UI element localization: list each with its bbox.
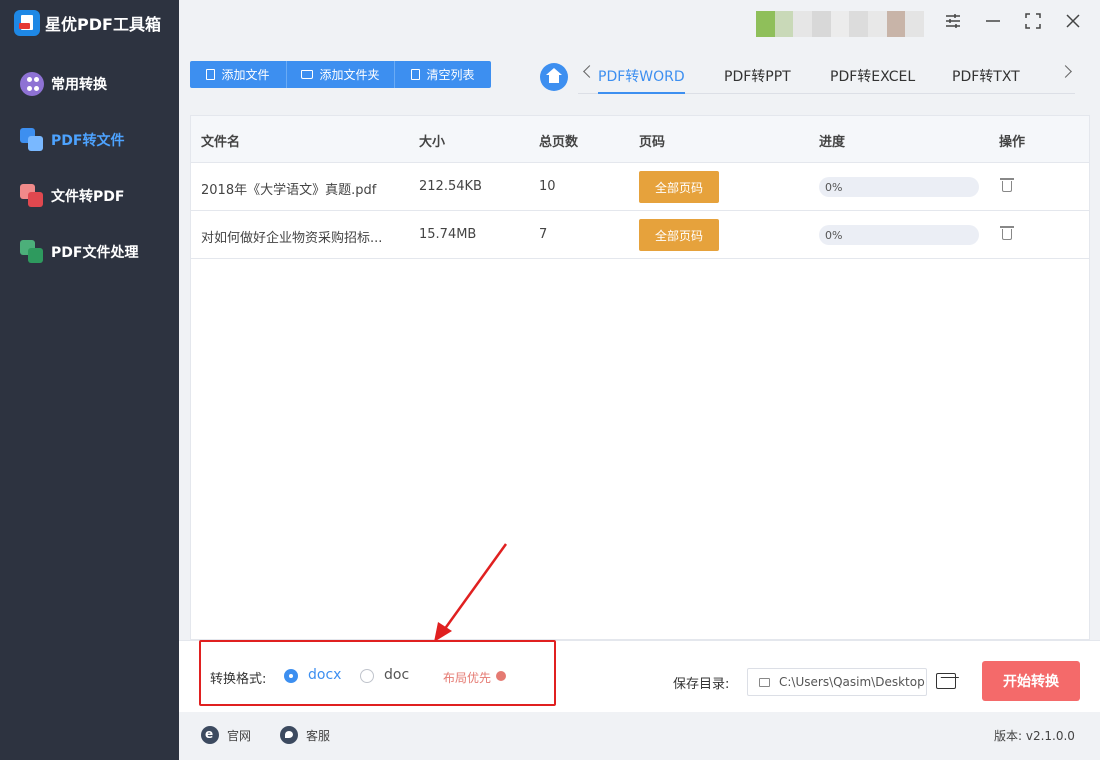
progress-bar: 0% — [819, 225, 979, 245]
website-label: 官网 — [227, 728, 252, 743]
chat-icon — [280, 726, 298, 744]
add-file-button[interactable]: 添加文件 — [190, 61, 287, 88]
folder-icon — [301, 70, 314, 79]
file-table: 文件名 大小 总页数 页码 进度 操作 2018年《大学语文》真题.pdf 21… — [190, 115, 1090, 640]
clear-list-label: 清空列表 — [426, 68, 475, 82]
window-controls — [944, 12, 1082, 30]
sidebar-item-pdf-to-file[interactable]: PDF转文件 — [20, 126, 124, 154]
tab-pdf-to-txt[interactable]: PDF转TXT — [952, 66, 1020, 94]
progress-text: 0% — [825, 229, 843, 242]
sidebar-item-label: 常用转换 — [51, 77, 107, 93]
file-name: 对如何做好企业物资采购招标... — [201, 231, 383, 246]
file-size: 212.54KB — [419, 179, 482, 194]
website-link[interactable]: e 官网 — [201, 726, 251, 744]
add-folder-button[interactable]: 添加文件夹 — [287, 61, 395, 88]
page-range-button[interactable]: 全部页码 — [639, 219, 719, 251]
conversion-tabs: PDF转WORD PDF转PPT PDF转EXCEL PDF转TXT — [578, 58, 1075, 94]
delete-icon[interactable] — [1000, 178, 1014, 192]
home-icon — [546, 68, 562, 83]
progress-text: 0% — [825, 181, 843, 194]
sidebar-item-label: PDF转文件 — [51, 133, 125, 149]
tab-pdf-to-excel[interactable]: PDF转EXCEL — [830, 66, 915, 94]
save-dir-value: C:\Users\Qasim\Desktop — [779, 675, 925, 689]
col-actions: 操作 — [999, 135, 1026, 150]
app-title: 星优PDF工具箱 — [45, 15, 161, 34]
add-folder-label: 添加文件夹 — [319, 68, 380, 82]
annotation-highlight-box — [199, 640, 556, 706]
start-convert-button[interactable]: 开始转换 — [982, 661, 1080, 701]
maximize-icon[interactable] — [1024, 12, 1042, 30]
col-page-range: 页码 — [639, 135, 666, 150]
minimize-icon[interactable] — [984, 12, 1002, 30]
brand: 星优PDF工具箱 — [14, 10, 161, 36]
pdf-to-file-icon — [20, 128, 44, 152]
support-link[interactable]: 客服 — [280, 726, 330, 744]
sidebar-item-label: 文件转PDF — [51, 189, 125, 205]
file-toolbar: 添加文件 添加文件夹 清空列表 — [190, 61, 491, 88]
file-to-pdf-icon — [20, 184, 44, 208]
tab-pdf-to-word[interactable]: PDF转WORD — [598, 66, 685, 94]
page-range-button[interactable]: 全部页码 — [639, 171, 719, 203]
app-logo-icon — [14, 10, 40, 36]
user-avatar[interactable] — [756, 11, 925, 37]
page-count: 10 — [539, 179, 556, 194]
page-count: 7 — [539, 227, 548, 242]
col-progress: 进度 — [819, 135, 846, 150]
table-header: 文件名 大小 总页数 页码 进度 操作 — [191, 116, 1089, 163]
settings-sliders-icon[interactable] — [944, 12, 962, 30]
clear-list-button[interactable]: 清空列表 — [395, 61, 491, 88]
file-size: 15.74MB — [419, 227, 477, 242]
website-icon: e — [201, 726, 219, 744]
home-button[interactable] — [540, 63, 568, 91]
pdf-process-icon — [20, 240, 44, 264]
file-name: 2018年《大学语文》真题.pdf — [201, 183, 377, 198]
sidebar-item-pdf-process[interactable]: PDF文件处理 — [20, 238, 138, 266]
col-size: 大小 — [419, 135, 446, 150]
add-file-label: 添加文件 — [221, 68, 270, 82]
tab-pdf-to-ppt[interactable]: PDF转PPT — [724, 66, 791, 94]
trash-icon — [411, 69, 421, 80]
table-row[interactable]: 对如何做好企业物资采购招标... 15.74MB 7 全部页码 0% — [191, 211, 1089, 259]
col-filename: 文件名 — [201, 135, 241, 150]
save-dir-input[interactable]: C:\Users\Qasim\Desktop — [747, 668, 927, 696]
close-icon[interactable] — [1064, 12, 1082, 30]
sidebar: 星优PDF工具箱 常用转换 PDF转文件 文件转PDF PDF文件处理 — [0, 0, 179, 760]
sidebar-item-label: PDF文件处理 — [51, 245, 139, 261]
sidebar-item-file-to-pdf[interactable]: 文件转PDF — [20, 182, 124, 210]
delete-icon[interactable] — [1000, 226, 1014, 240]
col-pages: 总页数 — [539, 135, 579, 150]
browse-folder-icon[interactable] — [936, 673, 956, 689]
table-row[interactable]: 2018年《大学语文》真题.pdf 212.54KB 10 全部页码 0% — [191, 163, 1089, 211]
sidebar-item-common[interactable]: 常用转换 — [20, 70, 107, 98]
support-label: 客服 — [306, 728, 331, 743]
save-dir-label: 保存目录: — [673, 677, 730, 692]
progress-bar: 0% — [819, 177, 979, 197]
grid-dots-icon — [20, 72, 44, 96]
version-label: 版本: v2.1.0.0 — [994, 729, 1075, 743]
folder-icon — [759, 678, 770, 687]
file-icon — [206, 69, 216, 80]
